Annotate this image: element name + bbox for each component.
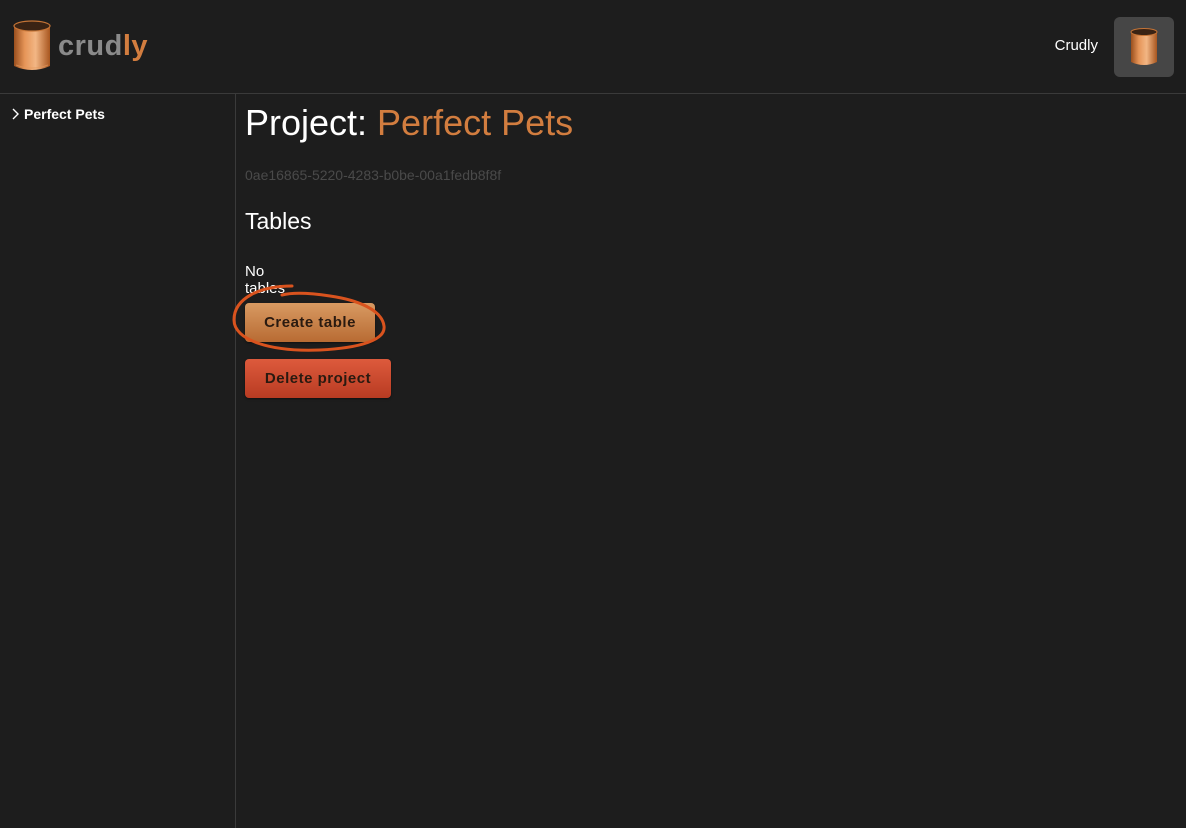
sidebar-item-perfect-pets[interactable]: Perfect Pets [10, 106, 105, 122]
user-name-label: Crudly [1054, 37, 1098, 54]
app-root: crudly Crudly Perfect Pets Project: Perf… [0, 0, 1186, 828]
cylinder-avatar-icon [1130, 28, 1158, 65]
page-title-prefix: Project: [245, 102, 378, 143]
home-logo-link[interactable]: crudly [12, 19, 148, 73]
brand-wordmark-ly: ly [122, 30, 149, 62]
brand-wordmark-crud: crud [58, 30, 123, 62]
tables-heading: Tables [245, 208, 312, 234]
cylinder-logo-icon [13, 20, 51, 70]
top-header: crudly Crudly [0, 0, 1186, 94]
create-table-button[interactable]: Create table [245, 303, 375, 342]
sidebar-item-label: Perfect Pets [24, 106, 105, 122]
user-avatar-button[interactable] [1114, 17, 1174, 77]
no-tables-message: No tables [245, 263, 286, 297]
project-sidebar: Perfect Pets [0, 94, 236, 828]
project-name: Perfect Pets [377, 102, 574, 143]
brand-wordmark: crudly [58, 19, 148, 73]
delete-project-button[interactable]: Delete project [245, 359, 391, 398]
chevron-right-icon [12, 108, 19, 120]
page-title: Project: Perfect Pets [245, 102, 573, 144]
project-id: 0ae16865-5220-4283-b0be-00a1fedb8f8f [245, 167, 502, 183]
